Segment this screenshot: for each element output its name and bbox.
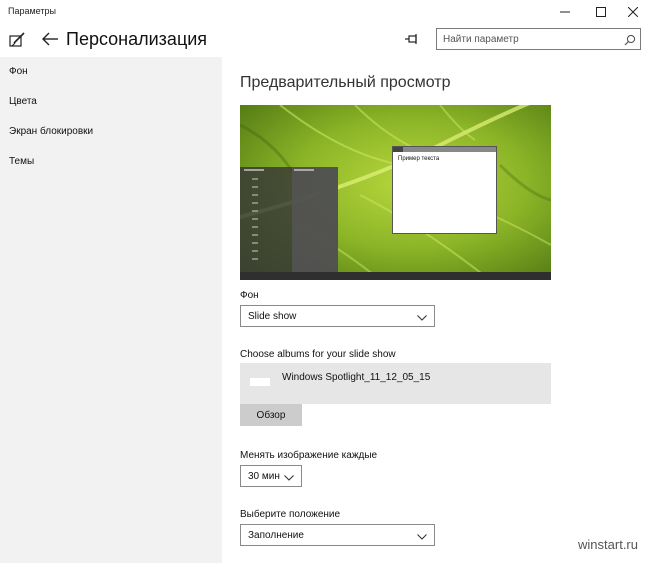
close-icon [628,7,638,17]
minimize-icon [560,11,570,13]
album-name: Windows Spotlight_11_12_05_15 [282,372,431,383]
search-icon[interactable] [624,33,636,51]
chevron-down-icon [417,313,427,324]
page-title: Персонализация [66,29,208,49]
interval-dropdown-value: 30 мин [248,471,280,482]
preview-tiles-area [292,167,338,272]
preview-heading: Предварительный просмотр [240,74,451,91]
start-menu-lines-icon [244,169,264,260]
album-list-item[interactable]: Windows Spotlight_11_12_05_15 [240,363,551,404]
browse-button[interactable]: Обзор [240,404,302,426]
preview-sample-text: Пример текста [398,156,440,162]
sidebar: Фон Цвета Экран блокировки Темы [0,57,222,563]
interval-dropdown[interactable]: 30 мин [240,465,302,487]
desktop-preview: Пример текста [240,105,551,280]
main-content: Предварительный просмотр Пример текста Ф… [222,57,650,563]
close-button[interactable] [616,0,650,24]
sidebar-item-background[interactable]: Фон [9,66,28,77]
fit-dropdown[interactable]: Заполнение [240,524,435,546]
title-bar: Параметры [0,0,650,24]
fit-label: Выберите положение [240,509,341,520]
interval-label: Менять изображение каждые [240,450,378,461]
background-dropdown[interactable]: Slide show [240,305,435,327]
search-box[interactable] [436,28,641,50]
window-title: Параметры [8,6,56,16]
sidebar-item-colors[interactable]: Цвета [9,96,37,107]
album-thumbnail [250,378,270,386]
sidebar-item-lock-screen[interactable]: Экран блокировки [9,126,93,137]
search-input[interactable] [437,29,617,49]
pin-icon[interactable] [404,32,420,51]
preview-window-titlebar-accent [403,147,496,152]
maximize-icon [596,7,606,17]
tiles-header-line-icon [294,169,314,171]
personalization-icon [9,32,26,53]
sidebar-item-themes[interactable]: Темы [9,156,34,167]
watermark: winstart.ru [578,537,638,552]
chevron-down-icon [417,532,427,543]
background-dropdown-value: Slide show [248,311,297,322]
background-label: Фон [240,290,259,301]
minimize-button[interactable] [548,0,582,24]
preview-window: Пример текста [392,146,497,234]
chevron-down-icon [284,473,294,484]
fit-dropdown-value: Заполнение [248,530,304,541]
maximize-button[interactable] [584,0,618,24]
preview-taskbar [240,272,551,280]
back-arrow-icon[interactable] [41,31,59,52]
header: Персонализация [0,24,650,57]
albums-label: Choose albums for your slide show [240,349,396,360]
